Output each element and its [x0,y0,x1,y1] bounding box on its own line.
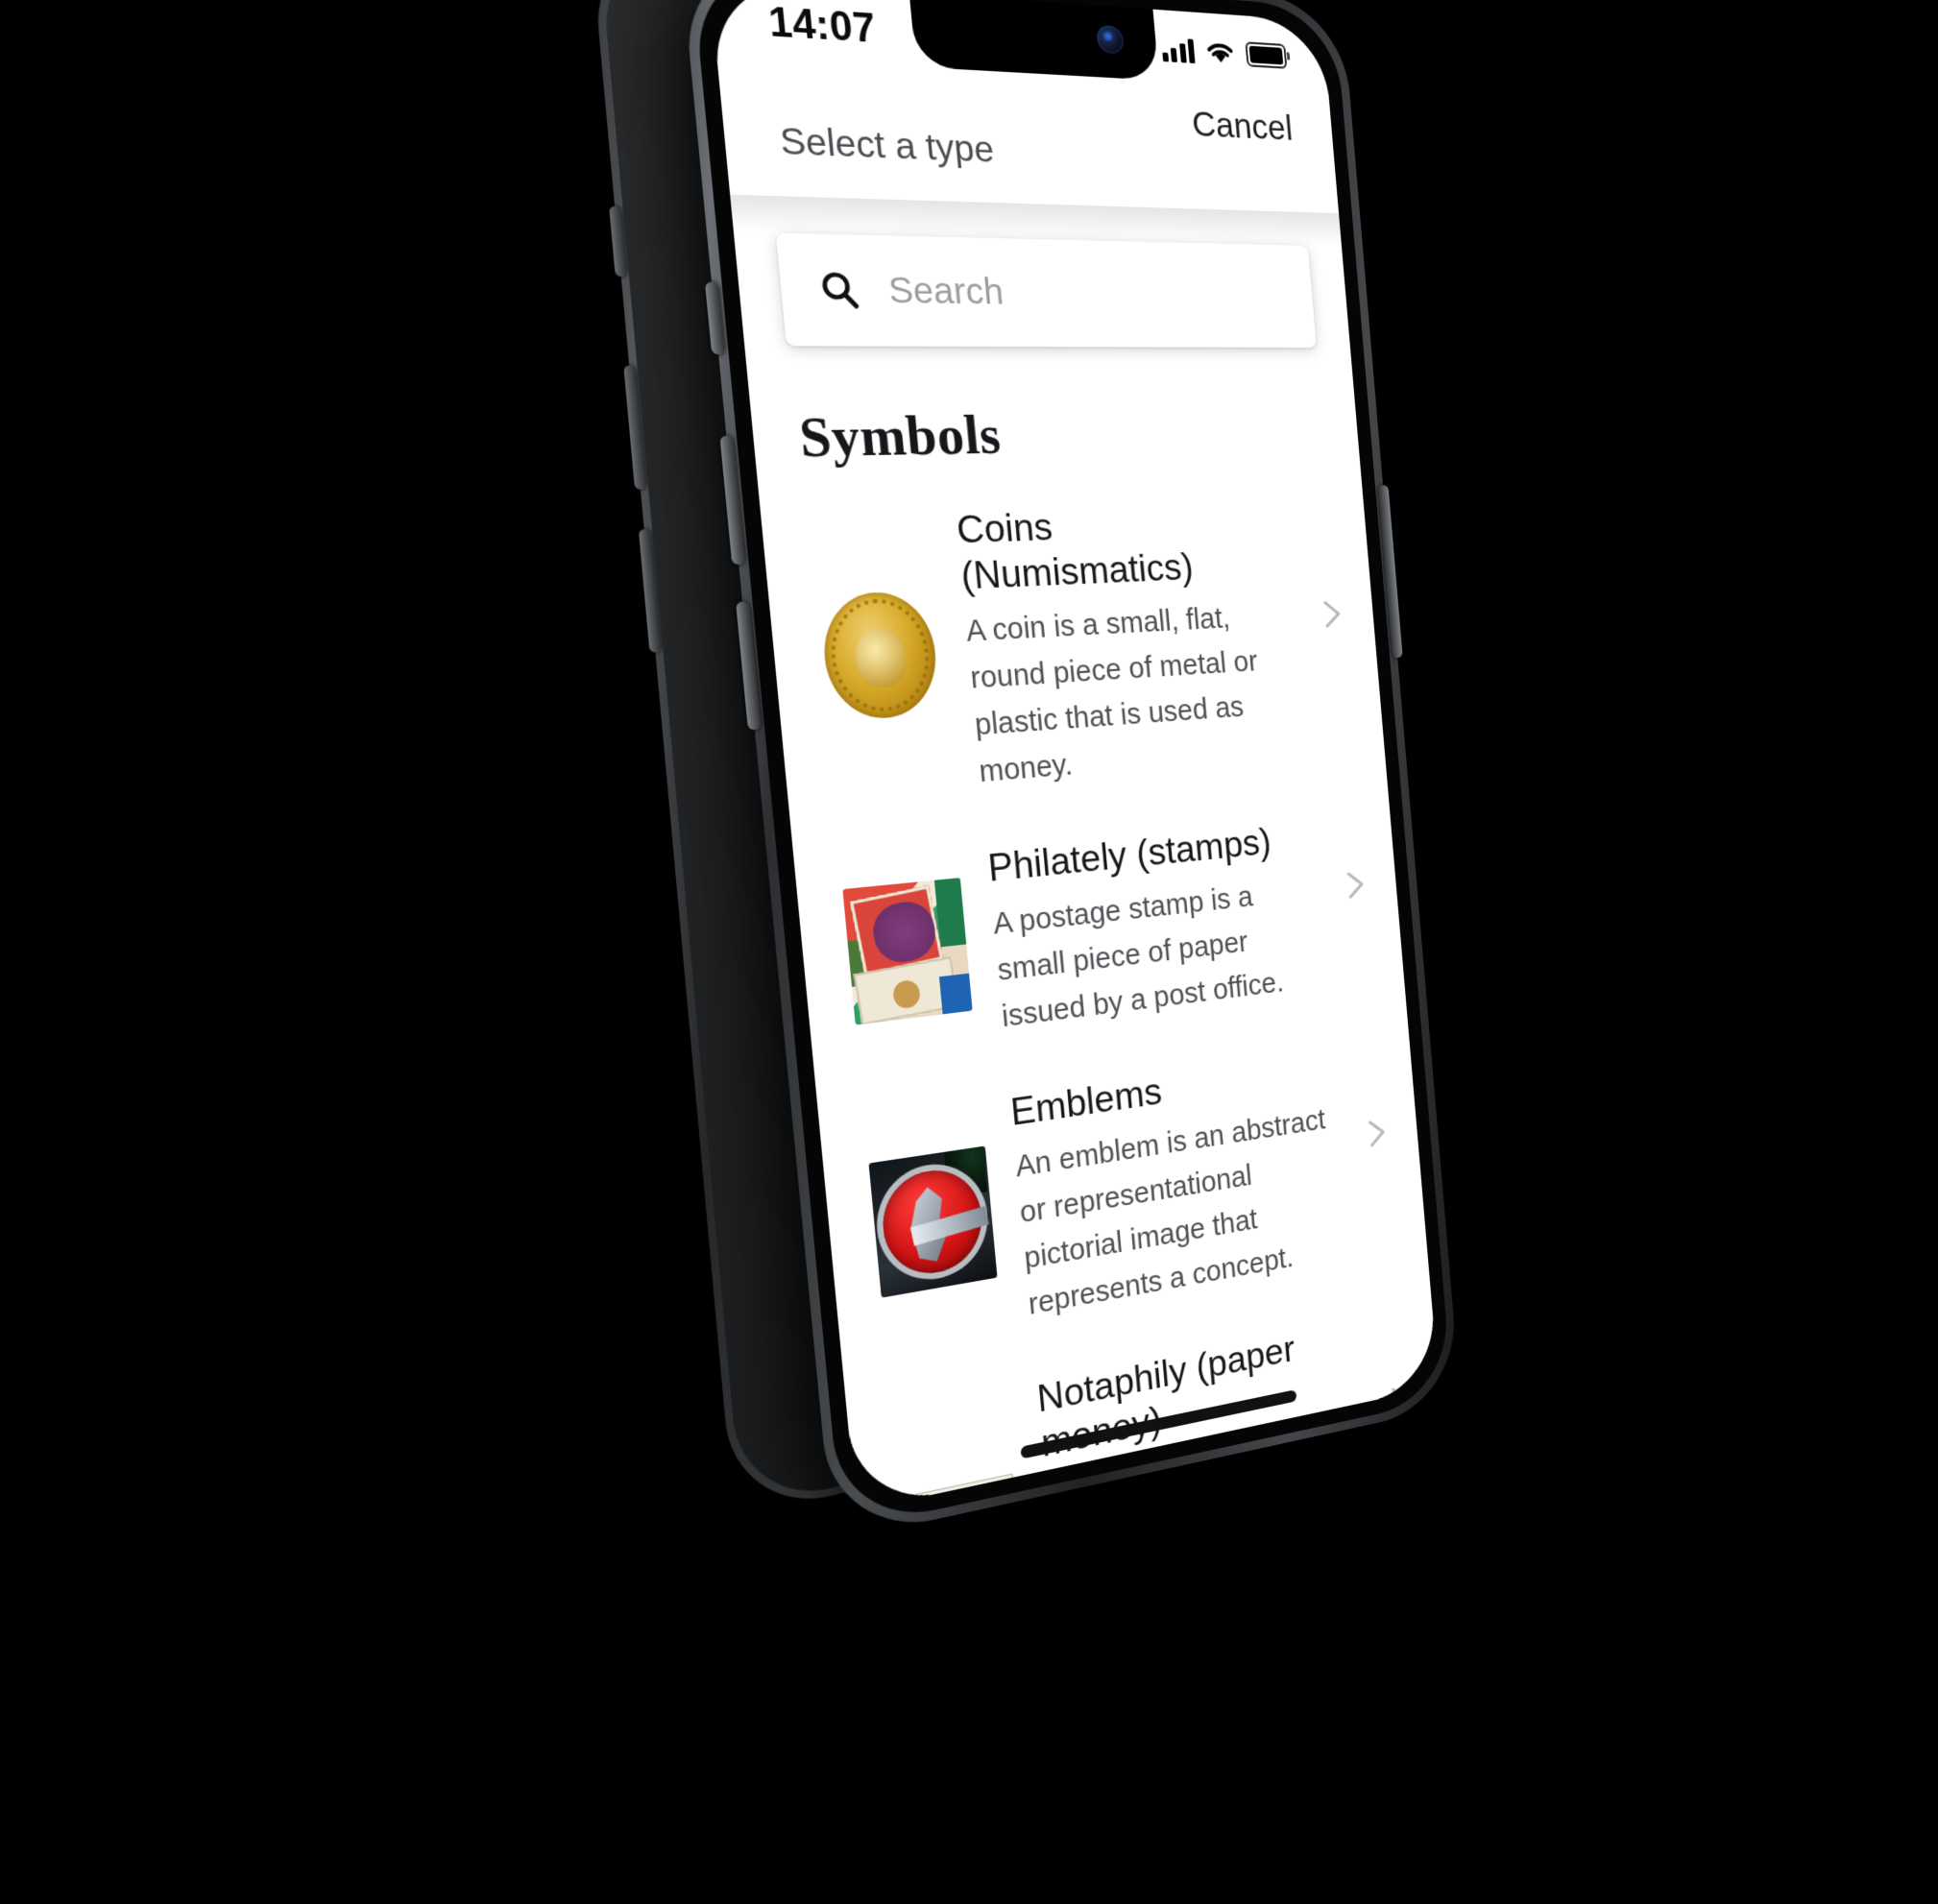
search-icon [816,269,863,312]
mute-switch-back[interactable] [609,205,628,277]
status-bar-indicators [1160,36,1288,69]
cellular-signal-icon [1160,37,1196,64]
screenshot-stage: 14:07 Select a type Cancel Search Symbol… [0,0,1938,1904]
wifi-icon [1205,40,1235,66]
battery-full-icon [1245,41,1288,69]
chevron-right-icon[interactable] [1360,1115,1393,1152]
front-camera-icon [1096,24,1125,55]
list-item-description: A coin is a small, flat, round piece of … [964,602,1259,789]
status-bar-clock: 14:07 [766,0,878,53]
gold-coin-thumbnail [813,584,946,727]
chevron-right-icon[interactable] [1383,1381,1415,1419]
banknote-thumbnail [896,1434,1025,1511]
list-item-description: A postage stamp is a small piece of pape… [991,880,1285,1034]
list-item-text: Philately (stamps) A postage stamp is a … [985,812,1324,1041]
chevron-right-icon[interactable] [1339,867,1371,903]
section-heading: Symbols [796,405,1004,470]
chevron-right-icon[interactable] [1315,596,1347,631]
search-input-placeholder[interactable]: Search [886,270,1005,314]
cancel-button[interactable]: Cancel [1191,105,1295,150]
volume-down-button-back[interactable] [638,528,663,653]
page-title: Select a type [778,119,996,171]
content-scroll-area[interactable]: Search Symbols Coins (Numismatics) A coi… [730,194,1440,1511]
list-item-text: Emblems An emblem is an abstract or repr… [1008,1042,1348,1329]
phone-screen: 14:07 Select a type Cancel Search Symbol… [709,0,1440,1511]
list-item-title: Coins (Numismatics) [955,505,1196,597]
red-emblem-thumbnail [868,1145,998,1298]
list-item[interactable]: Coins (Numismatics) A coin is a small, f… [758,471,1388,836]
list-item-text: Coins (Numismatics) A coin is a small, f… [955,494,1305,796]
search-field[interactable]: Search [775,232,1317,349]
volume-up-button-back[interactable] [623,365,648,490]
postage-stamps-thumbnail [842,878,973,1025]
list-item-description: An emblem is an abstract or representati… [1014,1104,1327,1322]
